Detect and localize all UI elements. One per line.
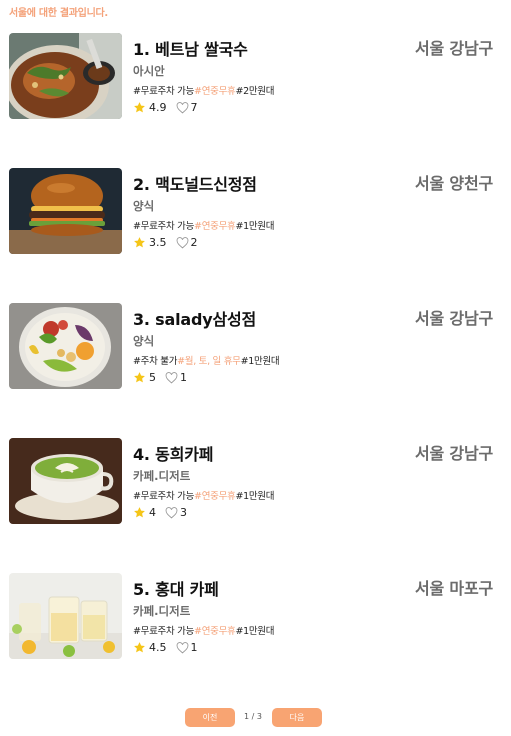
next-page-button[interactable]: 다음	[272, 708, 322, 727]
parking-tag: #무료주차 가능	[133, 86, 195, 97]
price-tag: #1만원대	[235, 626, 275, 637]
restaurant-thumbnail[interactable]	[9, 168, 122, 254]
price-tag: #2만원대	[235, 86, 275, 97]
page-indicator: 1 / 3	[244, 712, 262, 721]
star-icon	[134, 372, 145, 383]
likes-count: 2	[190, 236, 198, 249]
restaurant-stats: 4 3	[133, 506, 187, 519]
rating-value: 4.9	[149, 101, 167, 114]
restaurant-card[interactable]: 4. 동희카페 서울 강남구 카페.디저트 #무료주차 가능#연중무휴#1만원대…	[9, 438, 501, 524]
restaurant-category: 아시안	[133, 64, 165, 78]
rating-value: 5	[149, 371, 156, 384]
restaurant-card[interactable]: 2. 맥도널드신정점 서울 양천구 양식 #무료주차 가능#연중무휴#1만원대 …	[9, 168, 501, 254]
parking-tag: #무료주차 가능	[133, 626, 195, 637]
restaurant-thumbnail[interactable]	[9, 573, 122, 659]
star-icon	[134, 642, 145, 653]
restaurant-title[interactable]: 1. 베트남 쌀국수	[133, 36, 248, 60]
restaurant-location: 서울 강남구	[415, 39, 493, 58]
restaurant-category: 양식	[133, 334, 155, 348]
citrus-drinks-image	[9, 573, 122, 659]
restaurant-tags: #무료주차 가능#연중무휴#1만원대	[133, 218, 274, 232]
restaurant-stats: 4.9 7	[133, 101, 198, 114]
restaurant-stats: 5 1	[133, 371, 187, 384]
pagination: 이전 1 / 3 다음	[0, 708, 511, 728]
result-count-text: 서울에 대한 결과입니다.	[9, 8, 108, 19]
heart-icon[interactable]	[176, 641, 189, 654]
restaurant-tags: #무료주차 가능#연중무휴#1만원대	[133, 623, 274, 637]
rating-value: 3.5	[149, 236, 167, 249]
star-icon	[134, 237, 145, 248]
heart-icon[interactable]	[176, 101, 189, 114]
restaurant-location: 서울 강남구	[415, 444, 493, 463]
star-icon	[134, 102, 145, 113]
restaurant-location: 서울 마포구	[415, 579, 493, 598]
restaurant-category: 카페.디저트	[133, 469, 191, 483]
holiday-tag: #연중무휴	[194, 626, 236, 637]
price-tag: #1만원대	[235, 491, 275, 502]
holiday-tag: #월, 토, 일 휴무	[177, 356, 241, 367]
holiday-tag: #연중무휴	[194, 221, 236, 232]
restaurant-category: 양식	[133, 199, 155, 213]
likes-count: 1	[180, 371, 187, 384]
rating-value: 4	[149, 506, 156, 519]
restaurant-title[interactable]: 3. salady삼성점	[133, 306, 256, 330]
restaurant-stats: 4.5 1	[133, 641, 198, 654]
restaurant-location: 서울 강남구	[415, 309, 493, 328]
heart-icon[interactable]	[165, 506, 178, 519]
restaurant-card[interactable]: 5. 홍대 카페 서울 마포구 카페.디저트 #무료주차 가능#연중무휴#1만원…	[9, 573, 501, 659]
prev-page-button[interactable]: 이전	[185, 708, 235, 727]
restaurant-title[interactable]: 2. 맥도널드신정점	[133, 171, 257, 195]
parking-tag: #무료주차 가능	[133, 491, 195, 502]
restaurant-thumbnail[interactable]	[9, 303, 122, 389]
parking-tag: #무료주차 가능	[133, 221, 195, 232]
noodle-soup-image	[9, 33, 122, 119]
restaurant-thumbnail[interactable]	[9, 33, 122, 119]
restaurant-thumbnail[interactable]	[9, 438, 122, 524]
price-tag: #1만원대	[240, 356, 280, 367]
price-tag: #1만원대	[235, 221, 275, 232]
restaurant-tags: #무료주차 가능#연중무휴#2만원대	[133, 83, 274, 97]
holiday-tag: #연중무휴	[194, 86, 236, 97]
star-icon	[134, 507, 145, 518]
restaurant-location: 서울 양천구	[415, 174, 493, 193]
restaurant-stats: 3.5 2	[133, 236, 198, 249]
likes-count: 7	[190, 101, 198, 114]
restaurant-tags: #무료주차 가능#연중무휴#1만원대	[133, 488, 274, 502]
rating-value: 4.5	[149, 641, 167, 654]
restaurant-title[interactable]: 5. 홍대 카페	[133, 576, 219, 600]
matcha-latte-image	[9, 438, 122, 524]
holiday-tag: #연중무휴	[194, 491, 236, 502]
restaurant-tags: #주차 불가#월, 토, 일 휴무#1만원대	[133, 353, 280, 367]
burger-image	[9, 168, 122, 254]
likes-count: 3	[180, 506, 187, 519]
restaurant-category: 카페.디저트	[133, 604, 191, 618]
heart-icon[interactable]	[176, 236, 189, 249]
likes-count: 1	[190, 641, 198, 654]
restaurant-card[interactable]: 3. salady삼성점 서울 강남구 양식 #주차 불가#월, 토, 일 휴무…	[9, 303, 501, 389]
parking-tag: #주차 불가	[133, 356, 178, 367]
restaurant-card[interactable]: 1. 베트남 쌀국수 서울 강남구 아시안 #무료주차 가능#연중무휴#2만원대…	[9, 33, 501, 119]
heart-icon[interactable]	[165, 371, 178, 384]
salad-bowl-image	[9, 303, 122, 389]
restaurant-title[interactable]: 4. 동희카페	[133, 441, 213, 465]
